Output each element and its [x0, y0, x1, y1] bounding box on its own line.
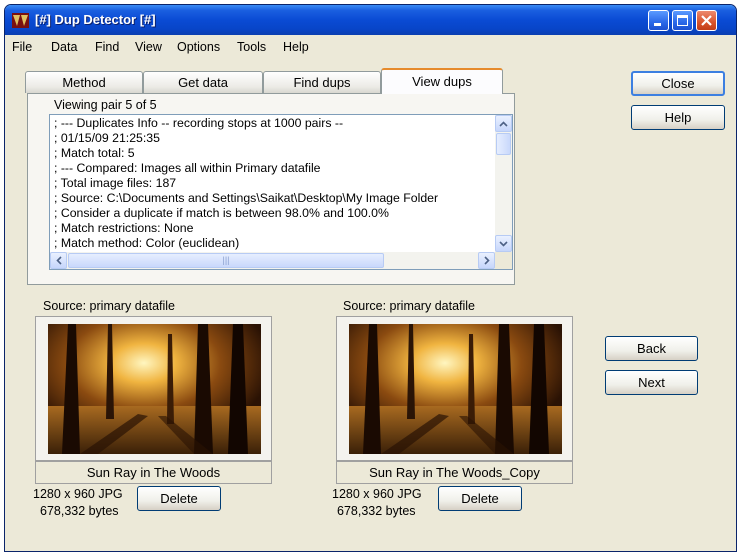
right-image-preview — [349, 324, 562, 454]
duplicates-log[interactable]: ; --- Duplicates Info -- recording stops… — [49, 114, 513, 270]
viewing-pair-label: Viewing pair 5 of 5 — [54, 98, 157, 112]
tab-view-dups[interactable]: View dups — [381, 68, 503, 94]
close-window-button[interactable] — [696, 10, 717, 31]
menu-view[interactable]: View — [135, 40, 162, 54]
right-image-name: Sun Ray in The Woods_Copy — [336, 461, 573, 484]
horizontal-scroll-thumb[interactable]: ||| — [68, 253, 384, 268]
menu-bar: File Data Find View Options Tools Help — [5, 37, 736, 57]
scroll-down-button[interactable] — [495, 235, 512, 252]
minimize-icon — [654, 23, 661, 26]
close-icon — [701, 15, 712, 26]
help-button[interactable]: Help — [631, 105, 725, 130]
right-source-label: Source: primary datafile — [343, 299, 476, 313]
right-image-frame — [336, 316, 573, 461]
left-source-label: Source: primary datafile — [43, 299, 176, 313]
left-delete-button[interactable]: Delete — [137, 486, 221, 511]
log-line: ; Total image files: 187 — [54, 176, 177, 190]
maximize-button[interactable] — [672, 10, 693, 31]
log-line: ; --- Duplicates Info -- recording stops… — [54, 116, 344, 130]
chevron-down-icon — [499, 240, 508, 247]
log-line: ; Match restrictions: None — [54, 221, 194, 235]
left-image-frame — [35, 316, 272, 461]
menu-data[interactable]: Data — [51, 40, 77, 54]
close-button[interactable]: Close — [631, 71, 725, 96]
right-image-dims: 1280 x 960 JPG — [332, 487, 422, 501]
left-image-size: 678,332 bytes — [40, 504, 119, 518]
horizontal-scrollbar[interactable]: ||| — [50, 252, 495, 269]
log-text: ; --- Duplicates Info -- recording stops… — [51, 116, 495, 252]
vertical-scroll-thumb[interactable] — [496, 133, 511, 155]
log-line: ; Consider a duplicate if match is betwe… — [54, 206, 389, 220]
log-line: ; --- Compared: Images all within Primar… — [54, 161, 321, 175]
window-title: [#] Dup Detector [#] — [35, 12, 156, 27]
view-dups-panel: Viewing pair 5 of 5 ; --- Duplicates Inf… — [27, 93, 515, 285]
tab-method[interactable]: Method — [25, 71, 143, 93]
scrollbar-corner — [495, 252, 512, 269]
menu-help[interactable]: Help — [283, 40, 309, 54]
tab-find-dups[interactable]: Find dups — [263, 71, 381, 93]
back-button[interactable]: Back — [605, 336, 698, 361]
chevron-right-icon — [483, 256, 490, 265]
minimize-button[interactable] — [648, 10, 669, 31]
chevron-up-icon — [499, 120, 508, 127]
tab-get-data[interactable]: Get data — [143, 71, 263, 93]
right-delete-button[interactable]: Delete — [438, 486, 522, 511]
left-image-preview — [48, 324, 261, 454]
menu-find[interactable]: Find — [95, 40, 119, 54]
menu-file[interactable]: File — [12, 40, 32, 54]
menu-options[interactable]: Options — [177, 40, 220, 54]
scroll-right-button[interactable] — [478, 252, 495, 269]
log-line: ; Match method: Color (euclidean) — [54, 236, 240, 250]
title-bar[interactable]: [#] Dup Detector [#] — [5, 5, 736, 35]
scroll-left-button[interactable] — [50, 252, 67, 269]
menu-tools[interactable]: Tools — [237, 40, 266, 54]
chevron-left-icon — [55, 256, 62, 265]
left-image-name: Sun Ray in The Woods — [35, 461, 272, 484]
maximize-icon — [677, 15, 688, 26]
log-line: ; Match total: 5 — [54, 146, 135, 160]
app-window: [#] Dup Detector [#] File Data Find View… — [4, 4, 737, 552]
log-line: ; 01/15/09 21:25:35 — [54, 131, 160, 145]
left-image-dims: 1280 x 960 JPG — [33, 487, 123, 501]
log-line: ; Source: C:\Documents and Settings\Saik… — [54, 191, 439, 205]
scroll-up-button[interactable] — [495, 115, 512, 132]
right-image-size: 678,332 bytes — [337, 504, 416, 518]
app-logo-icon — [12, 13, 29, 28]
next-button[interactable]: Next — [605, 370, 698, 395]
vertical-scrollbar[interactable] — [495, 115, 512, 252]
